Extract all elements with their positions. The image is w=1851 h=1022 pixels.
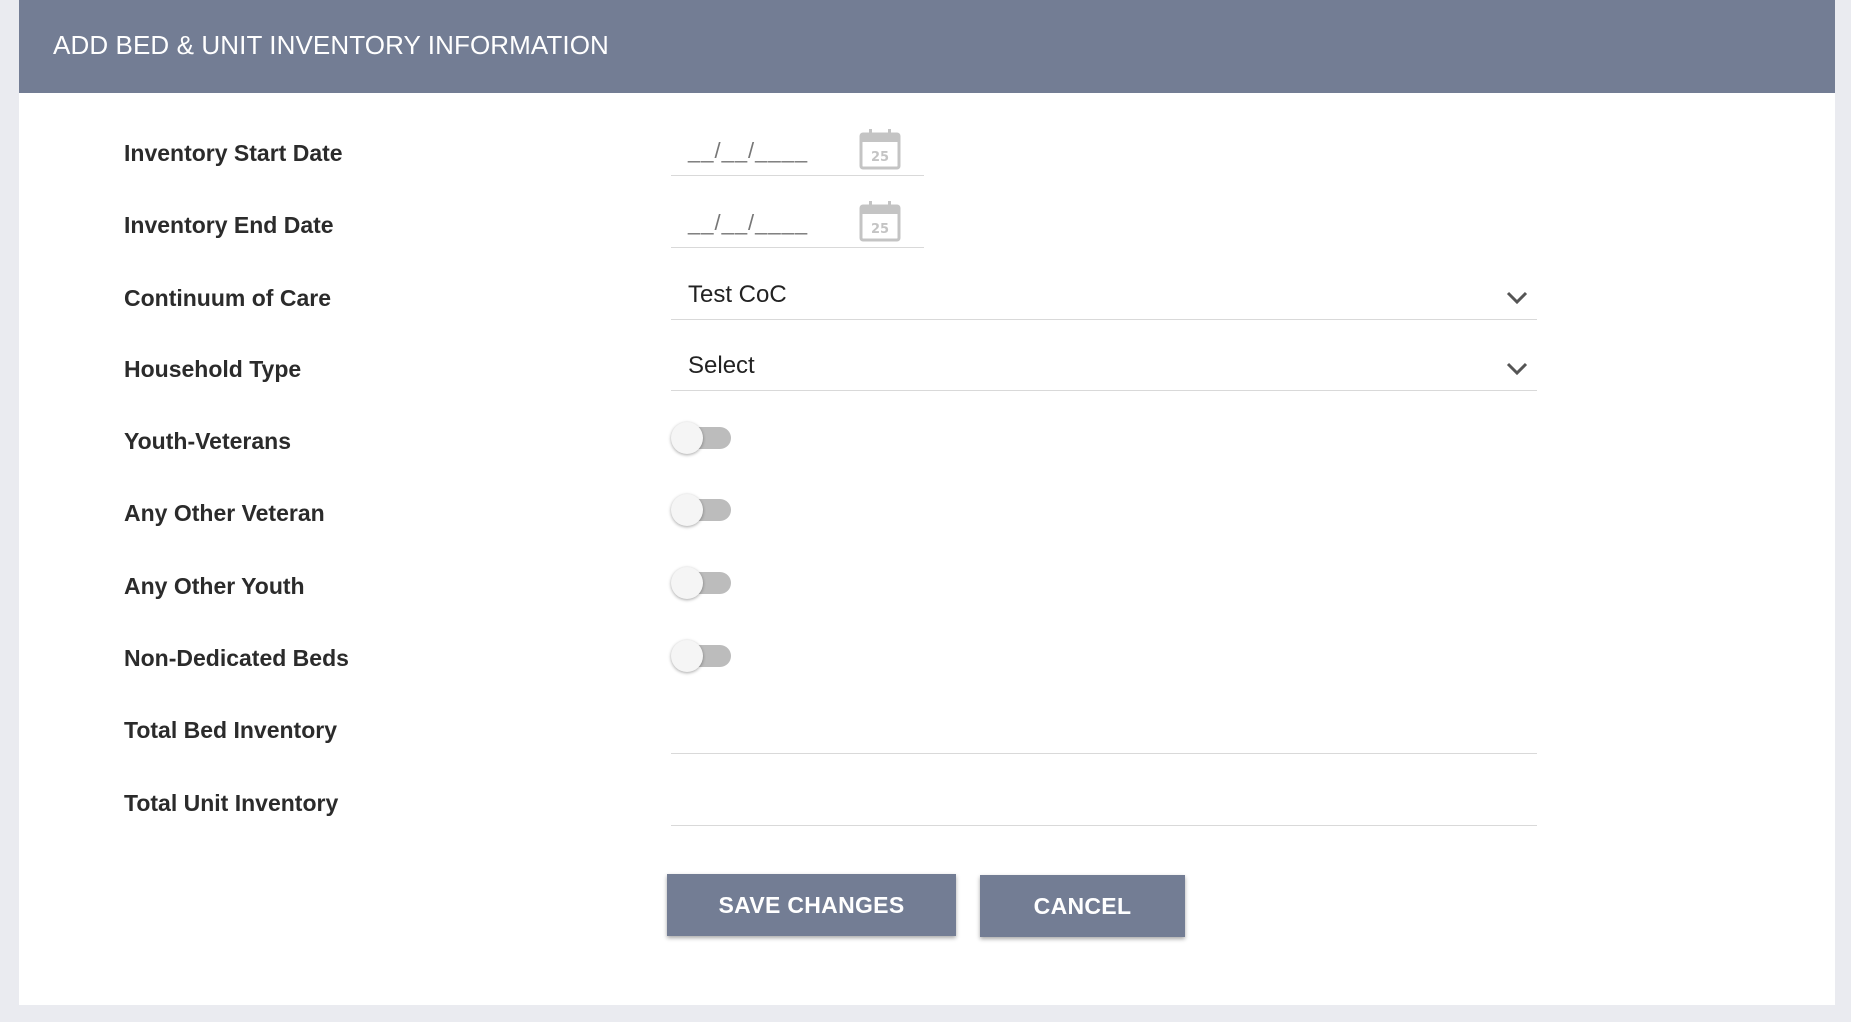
chevron-down-icon[interactable] [1505,358,1529,378]
any-other-youth-label: Any Other Youth [124,573,305,599]
household-type-select[interactable]: Select [671,344,1537,391]
any-other-youth-toggle[interactable] [671,567,753,599]
total-bed-inventory-label: Total Bed Inventory [124,717,337,743]
save-changes-button[interactable]: SAVE CHANGES [667,874,956,936]
youth-veterans-toggle[interactable] [671,422,753,454]
inventory-end-date-mask: __/__/____ [688,210,809,235]
youth-veterans-label: Youth-Veterans [124,428,291,454]
household-type-value: Select [688,352,755,379]
continuum-of-care-select[interactable]: Test CoC [671,273,1537,320]
form-header: ADD BED & UNIT INVENTORY INFORMATION [19,0,1835,93]
cancel-button[interactable]: CANCEL [980,875,1185,937]
calendar-day-text: 25 [871,222,889,237]
continuum-of-care-label: Continuum of Care [124,285,331,311]
chevron-down-icon[interactable] [1505,287,1529,307]
calendar-day-text: 25 [871,150,889,165]
inventory-form-panel: ADD BED & UNIT INVENTORY INFORMATION Inv… [19,0,1835,1005]
toggle-knob [671,494,703,526]
household-type-label: Household Type [124,356,302,382]
non-dedicated-beds-toggle[interactable] [671,640,753,672]
non-dedicated-beds-label: Non-Dedicated Beds [124,645,349,671]
inventory-start-date-mask: __/__/____ [688,138,809,163]
form-title: ADD BED & UNIT INVENTORY INFORMATION [53,30,609,60]
toggle-knob [671,640,703,672]
calendar-icon[interactable]: 25 [859,200,901,242]
calendar-icon[interactable]: 25 [859,128,901,170]
inventory-start-date-field[interactable]: __/__/____ 25 [671,128,924,176]
continuum-of-care-value: Test CoC [688,281,787,308]
toggle-knob [671,422,703,454]
inventory-end-date-label: Inventory End Date [124,212,334,238]
total-unit-inventory-label: Total Unit Inventory [124,790,339,816]
toggle-knob [671,567,703,599]
any-other-veteran-label: Any Other Veteran [124,500,325,526]
any-other-veteran-toggle[interactable] [671,494,753,526]
total-unit-inventory-input[interactable] [671,786,1537,826]
inventory-end-date-field[interactable]: __/__/____ 25 [671,200,924,248]
inventory-start-date-label: Inventory Start Date [124,140,343,166]
total-bed-inventory-input[interactable] [671,714,1537,754]
